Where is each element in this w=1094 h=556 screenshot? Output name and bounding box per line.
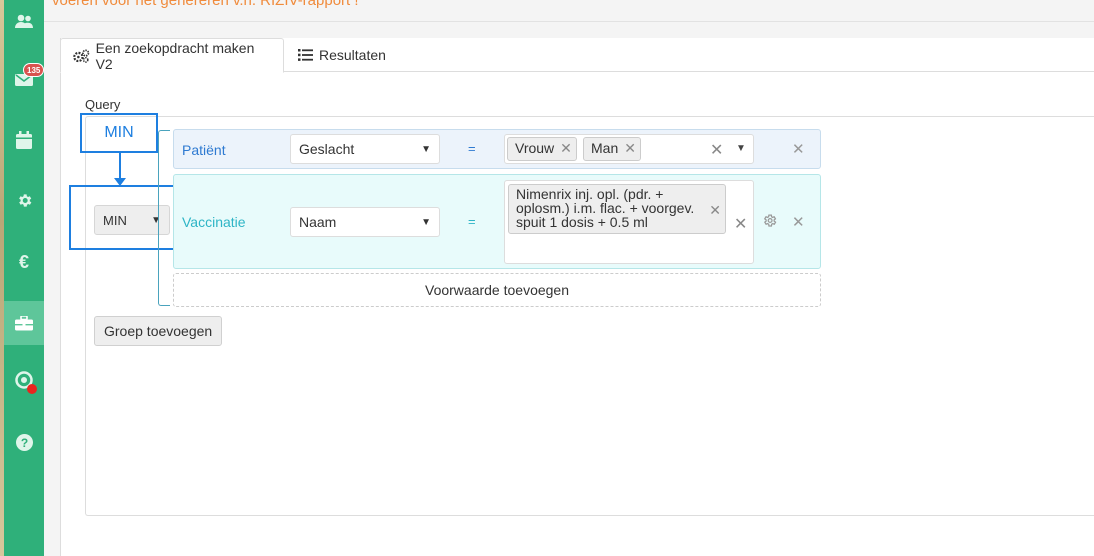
sidebar-item-messages[interactable]: 135 [4, 58, 45, 102]
help-icon: ? [15, 433, 33, 451]
remove-chip-icon[interactable]: ✕ [709, 203, 721, 217]
clear-values-icon[interactable]: ✕ [710, 140, 723, 160]
remove-chip-icon[interactable]: ✕ [624, 140, 636, 157]
chip-label: Nimenrix inj. opl. (pdr. + oplosm.) i.m.… [516, 186, 695, 230]
query-label: Query [85, 97, 121, 112]
sidebar-item-toolbox[interactable] [4, 301, 44, 345]
toolbox-icon [15, 315, 33, 330]
euro-icon: € [18, 251, 29, 272]
users-icon [15, 14, 33, 28]
add-condition-button[interactable]: Voorwaarde toevoegen [173, 273, 821, 307]
chip-label: Vrouw [515, 140, 555, 156]
tab-bar: Een zoekopdracht maken V2 Resultaten [60, 38, 1094, 73]
caret-down-icon: ▼ [421, 143, 431, 155]
caret-down-icon: ▼ [421, 216, 431, 228]
tab-results[interactable]: Resultaten [286, 38, 398, 72]
condition-row-patient: Patiënt Geslacht ▼ = Vrouw ✕ Man ✕ ✕ ▼ ✕ [173, 129, 821, 169]
field-select[interactable]: Naam ▼ [290, 207, 440, 237]
value-multiselect[interactable]: Vrouw ✕ Man ✕ ✕ ▼ [504, 134, 754, 164]
unread-badge: 135 [23, 63, 45, 77]
cogs-icon [73, 48, 90, 63]
operator: = [468, 214, 476, 229]
condition-row-vaccination: Vaccinatie Naam ▼ = Nimenrix inj. opl. (… [173, 174, 821, 269]
value-chip: Nimenrix inj. opl. (pdr. + oplosm.) i.m.… [508, 184, 726, 234]
tab-label: Een zoekopdracht maken V2 [95, 39, 255, 72]
value-multiselect[interactable]: Nimenrix inj. opl. (pdr. + oplosm.) i.m.… [504, 180, 754, 264]
calendar-icon [16, 131, 32, 149]
condition-entity: Vaccinatie [182, 214, 246, 230]
annotation-arrow [119, 153, 121, 181]
remove-chip-icon[interactable]: ✕ [560, 140, 572, 157]
sidebar-item-support[interactable] [4, 358, 44, 402]
gear-icon [18, 193, 31, 207]
group-bracket [158, 130, 170, 306]
field-value: Naam [299, 214, 337, 230]
caret-down-icon[interactable]: ▼ [736, 143, 746, 154]
remove-condition-icon[interactable]: ✕ [792, 140, 805, 158]
field-value: Geslacht [299, 141, 355, 157]
top-banner: voeren voor het genereren v.h. RIZIV-rap… [44, 0, 1094, 22]
sidebar-item-settings[interactable] [4, 178, 44, 222]
list-icon [298, 49, 313, 61]
sidebar-item-users[interactable] [4, 0, 44, 44]
sidebar-item-calendar[interactable] [4, 118, 44, 162]
clear-values-icon[interactable]: ✕ [734, 214, 747, 234]
status-dot [27, 384, 37, 394]
svg-text:?: ? [20, 436, 27, 450]
main-area: voeren voor het genereren v.h. RIZIV-rap… [44, 0, 1094, 556]
sidebar-item-finance[interactable]: € [4, 240, 44, 284]
remove-condition-icon[interactable]: ✕ [792, 213, 805, 231]
sidebar-item-help[interactable]: ? [4, 420, 44, 464]
value-chip: Vrouw ✕ [507, 137, 577, 161]
annotation-label-box: MIN [80, 113, 158, 153]
gear-icon[interactable] [762, 213, 777, 228]
banner-text: voeren voor het genereren v.h. RIZIV-rap… [52, 0, 359, 9]
tab-query-builder[interactable]: Een zoekopdracht maken V2 [60, 38, 284, 73]
tab-label: Resultaten [319, 47, 386, 63]
condition-entity: Patiënt [182, 142, 226, 158]
sidebar: 135 € ? [4, 0, 45, 556]
value-chip: Man ✕ [583, 137, 641, 161]
add-group-button[interactable]: Groep toevoegen [94, 316, 223, 346]
chip-label: Man [591, 140, 619, 156]
annotation-label: MIN [104, 124, 134, 141]
field-select[interactable]: Geslacht ▼ [290, 134, 440, 164]
operator: = [468, 141, 476, 156]
